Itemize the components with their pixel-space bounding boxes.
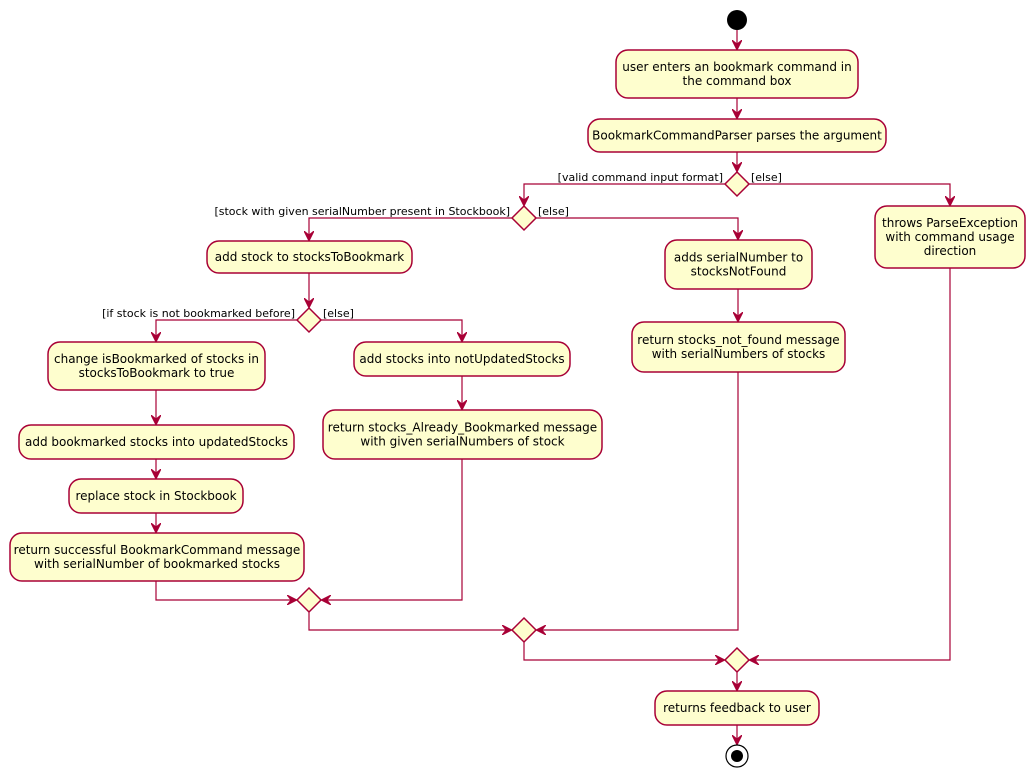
merge-bookmark-branches (295, 586, 323, 614)
guard-stock-present: [stock with given serialNumber present i… (214, 205, 510, 218)
activity-label: return stocks_not_found message (637, 333, 839, 347)
edge-invalid-format (749, 183, 950, 205)
activity-add-not-updated: add stocks into notUpdatedStocks (353, 341, 571, 377)
activity-label: with serialNumbers of stocks (652, 347, 826, 361)
activity-return-already: return stocks_Already_Bookmarked message… (322, 409, 603, 460)
edge-not-bookmarked (156, 319, 297, 341)
activity-label: BookmarkCommandParser parses the argumen… (592, 129, 882, 143)
decision-stock-present (510, 204, 538, 232)
edge-stock-present (309, 217, 512, 240)
start-node (727, 10, 747, 30)
guard-valid-format: [valid command input format] (558, 171, 723, 184)
activity-enter-command: user enters an bookmark command inthe co… (615, 49, 859, 99)
activity-label: throws ParseException (882, 216, 1018, 230)
edge-stock-absent (536, 217, 738, 239)
activity-label: with serialNumber of bookmarked stocks (34, 557, 280, 571)
activity-returns-feedback: returns feedback to user (654, 690, 820, 726)
decision-not-bookmarked (295, 306, 323, 334)
activity-label: change isBookmarked of stocks in (54, 352, 259, 366)
edge-merge2-to-merge3 (523, 642, 724, 660)
activity-label: direction (924, 244, 977, 258)
activity-label: return stocks_Already_Bookmarked message (328, 421, 597, 435)
activity-parse: BookmarkCommandParser parses the argumen… (587, 118, 887, 153)
activity-return-not-found: return stocks_not_found messagewith seri… (631, 321, 846, 373)
edge-already-bookmarked (321, 319, 462, 341)
activity-label: adds serialNumber to (674, 251, 803, 265)
merge-format-branches (723, 646, 751, 674)
activity-label: user enters an bookmark command in (622, 60, 851, 74)
edge-merge1-to-merge2 (308, 612, 511, 630)
edge-valid-format (524, 183, 725, 205)
activity-label: return successful BookmarkCommand messag… (14, 543, 301, 557)
edge-success-to-merge (155, 581, 296, 600)
activity-throws-exception: throws ParseExceptionwith command usaged… (874, 205, 1026, 269)
merge-present-branches (510, 616, 538, 644)
activity-label: the command box (683, 74, 792, 88)
activity-adds-not-found: adds serialNumber tostocksNotFound (664, 239, 813, 290)
activity-label: add stocks into notUpdatedStocks (359, 352, 564, 366)
activity-label: replace stock in Stockbook (75, 489, 236, 503)
guard-valid-else: [else] (751, 171, 782, 184)
activity-label: add stock to stocksToBookmark (215, 250, 404, 264)
activity-label: stocksNotFound (691, 265, 787, 279)
guard-present-else: [else] (538, 205, 569, 218)
activity-add-updated: add bookmarked stocks into updatedStocks (18, 424, 295, 460)
activity-label: add bookmarked stocks into updatedStocks (25, 435, 288, 449)
guard-not-bookmarked-else: [else] (323, 307, 354, 320)
activity-return-success: return successful BookmarkCommand messag… (9, 532, 305, 582)
decision-valid-format (723, 170, 751, 198)
activity-label: stocksToBookmark to true (79, 366, 235, 380)
edge-already-to-merge (322, 459, 463, 600)
activity-diagram: [valid command input format] [else] [sto… (9, 10, 1026, 768)
activity-label: with given serialNumbers of stock (360, 435, 564, 449)
activity-change-bookmarked: change isBookmarked of stocks instocksTo… (47, 341, 266, 391)
activity-add-to-bookmark: add stock to stocksToBookmark (206, 240, 413, 274)
activity-replace-stock: replace stock in Stockbook (68, 478, 244, 514)
guard-not-bookmarked: [if stock is not bookmarked before] (102, 307, 295, 320)
activity-label: with command usage (885, 230, 1014, 244)
end-node (725, 744, 749, 768)
activity-label: returns feedback to user (663, 701, 811, 715)
